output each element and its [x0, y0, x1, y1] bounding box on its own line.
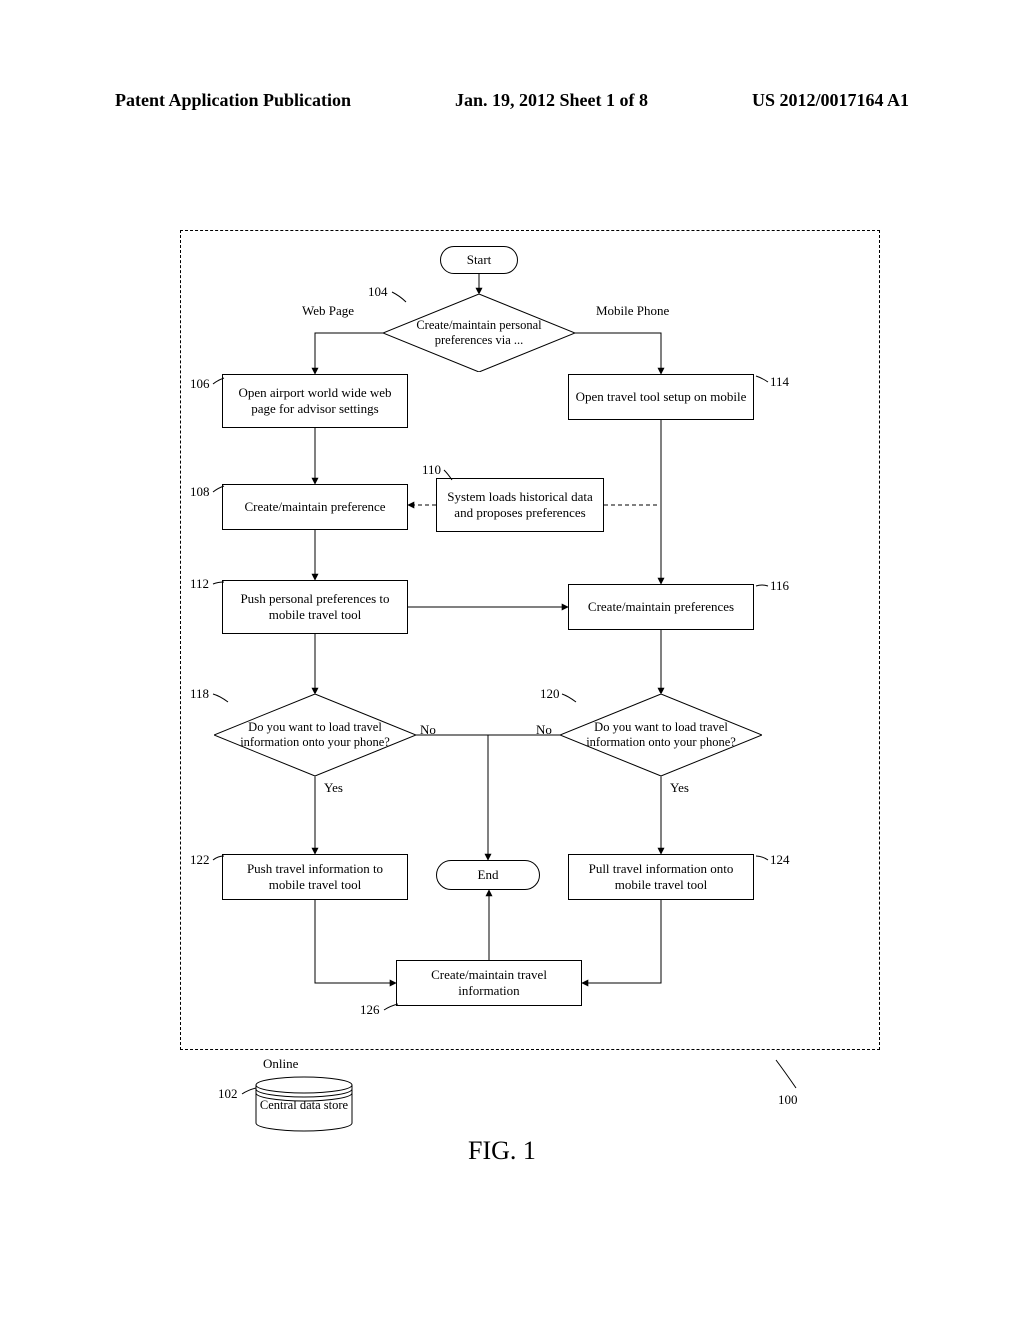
decision-104: Create/maintain personal preferences via…	[383, 294, 575, 372]
decision-104-text: Create/maintain personal preferences via…	[405, 318, 553, 348]
process-114: Open travel tool setup on mobile	[568, 374, 754, 420]
process-116: Create/maintain preferences	[568, 584, 754, 630]
process-108: Create/maintain preference	[222, 484, 408, 530]
ref-124: 124	[770, 852, 790, 868]
process-124-text: Pull travel information onto mobile trav…	[575, 861, 747, 894]
process-110: System loads historical data and propose…	[436, 478, 604, 532]
header-left: Patent Application Publication	[115, 90, 351, 111]
process-110-text: System loads historical data and propose…	[443, 489, 597, 522]
process-124: Pull travel information onto mobile trav…	[568, 854, 754, 900]
start-text: Start	[467, 252, 492, 268]
process-116-text: Create/maintain preferences	[588, 599, 734, 615]
process-122: Push travel information to mobile travel…	[222, 854, 408, 900]
branch-web-label: Web Page	[302, 303, 354, 319]
ref-102: 102	[218, 1086, 238, 1102]
datastore-102: Central data store	[254, 1076, 354, 1132]
process-108-text: Create/maintain preference	[244, 499, 385, 515]
ref-104: 104	[368, 284, 388, 300]
ref-110: 110	[422, 462, 441, 478]
ref-112: 112	[190, 576, 209, 592]
process-112-text: Push personal preferences to mobile trav…	[229, 591, 401, 624]
d120-no: No	[536, 722, 552, 738]
ref-116: 116	[770, 578, 789, 594]
end-text: End	[478, 867, 499, 883]
ref-106: 106	[190, 376, 210, 392]
ref-120: 120	[540, 686, 560, 702]
decision-118: Do you want to load travel information o…	[214, 694, 416, 776]
process-114-text: Open travel tool setup on mobile	[576, 389, 747, 405]
header-right: US 2012/0017164 A1	[752, 90, 909, 111]
d118-no: No	[420, 722, 436, 738]
process-126-text: Create/maintain travel information	[403, 967, 575, 1000]
decision-120: Do you want to load travel information o…	[560, 694, 762, 776]
decision-120-text: Do you want to load travel information o…	[582, 720, 740, 750]
ref-114: 114	[770, 374, 789, 390]
online-label: Online	[263, 1056, 298, 1072]
process-106: Open airport world wide web page for adv…	[222, 374, 408, 428]
header-center: Jan. 19, 2012 Sheet 1 of 8	[455, 90, 648, 111]
ref-108: 108	[190, 484, 210, 500]
process-122-text: Push travel information to mobile travel…	[229, 861, 401, 894]
ref-122: 122	[190, 852, 210, 868]
ref-126: 126	[360, 1002, 380, 1018]
end-terminator: End	[436, 860, 540, 890]
decision-118-text: Do you want to load travel information o…	[236, 720, 394, 750]
process-112: Push personal preferences to mobile trav…	[222, 580, 408, 634]
branch-mobile-label: Mobile Phone	[596, 303, 669, 319]
d118-yes: Yes	[324, 780, 343, 796]
process-126: Create/maintain travel information	[396, 960, 582, 1006]
page-header: Patent Application Publication Jan. 19, …	[0, 90, 1024, 111]
d120-yes: Yes	[670, 780, 689, 796]
ref-100: 100	[778, 1092, 798, 1108]
ref-118: 118	[190, 686, 209, 702]
datastore-102-text: Central data store	[260, 1098, 348, 1112]
start-terminator: Start	[440, 246, 518, 274]
process-106-text: Open airport world wide web page for adv…	[229, 385, 401, 418]
figure-label: FIG. 1	[468, 1136, 536, 1166]
